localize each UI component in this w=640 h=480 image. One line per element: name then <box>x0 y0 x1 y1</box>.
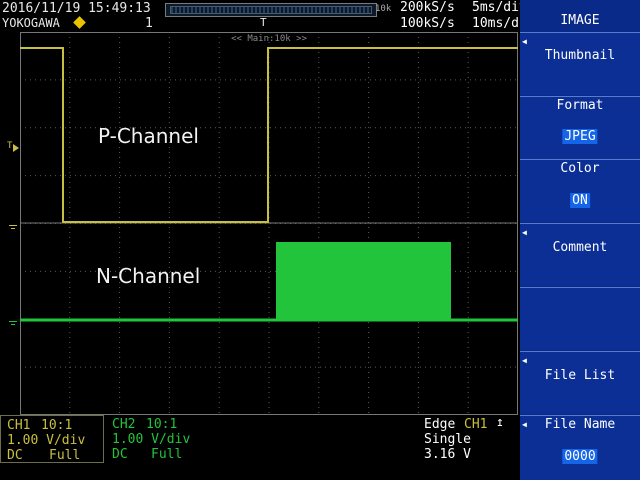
ch2-name: CH2 <box>112 417 136 432</box>
softkey-empty[interactable] <box>520 287 640 350</box>
ch1-info-box[interactable]: CH1 10:1 1.00 V/div DC Full <box>0 415 104 463</box>
sample-rate: 200kS/s <box>400 0 455 15</box>
ch1-name: CH1 <box>7 418 31 433</box>
softkey-thumbnail[interactable]: ◀ Thumbnail <box>520 32 640 95</box>
brand-logo: YOKOGAWA <box>2 16 60 30</box>
n-channel-label: N-Channel <box>96 264 201 288</box>
softkey-format[interactable]: Format JPEG <box>520 96 640 159</box>
record-number: 1 <box>145 16 153 31</box>
ch2-ground-icon <box>9 321 17 322</box>
ch1-bandwidth: Full <box>49 448 81 463</box>
ch1-coupling: DC <box>7 448 23 463</box>
trigger-level-marker: T <box>7 141 13 151</box>
trigger-level-arrow-icon <box>13 144 19 152</box>
menu-arrow-icon: ◀ <box>522 37 527 46</box>
waveform-display[interactable]: << Main:10k >> <box>20 32 518 415</box>
ch2-bandwidth: Full <box>151 447 183 462</box>
bottom-status-bar: CH1 10:1 1.00 V/div DC Full CH2 10:1 1.0… <box>0 415 520 480</box>
sample-rate-secondary: 100kS/s <box>400 16 455 31</box>
rising-edge-icon: ↥ <box>496 415 504 430</box>
ch2-vdiv: 1.00 V/div <box>112 432 191 447</box>
ch1-ground-icon <box>9 225 17 226</box>
ch1-ground-icon-line <box>11 228 15 229</box>
ch2-coupling: DC <box>112 447 128 462</box>
zoom-label: << Main:10k >> <box>231 34 307 44</box>
acquisition-settings: 200kS/s 5ms/div 100kS/s 10ms/div <box>398 0 535 32</box>
menu-arrow-icon: ◀ <box>522 228 527 237</box>
p-channel-label: P-Channel <box>98 124 199 148</box>
datetime: 2016/11/19 15:49:13 <box>2 1 151 16</box>
ch2-ground-icon-line <box>11 324 15 325</box>
trigger-position-marker: T <box>260 16 267 29</box>
file-name-value: 0000 <box>562 449 598 464</box>
ruler-end-label: 10k <box>375 4 392 14</box>
color-value: ON <box>570 193 590 208</box>
softkey-file-list[interactable]: ◀ File List <box>520 351 640 414</box>
trigger-level: 3.16 V <box>424 447 471 462</box>
softkey-comment[interactable]: ◀ Comment <box>520 223 640 286</box>
ch2-burst <box>276 242 451 320</box>
ch1-waveform <box>20 47 518 223</box>
ch1-probe: 10:1 <box>41 418 73 433</box>
softkey-file-name[interactable]: ◀ File Name 0000 <box>520 415 640 480</box>
timebase: 5ms/div <box>472 0 527 15</box>
ch1-vdiv: 1.00 V/div <box>7 433 86 448</box>
trigger-type: Edge <box>424 417 456 432</box>
ch2-probe: 10:1 <box>146 417 178 432</box>
ch2-info-box[interactable]: CH2 10:1 1.00 V/div DC Full <box>106 415 210 463</box>
trigger-mode: Single <box>424 432 471 447</box>
menu-arrow-icon: ◀ <box>522 356 527 365</box>
menu-title: IMAGE <box>560 13 600 28</box>
trigger-source: CH1 <box>464 417 488 432</box>
softkey-color[interactable]: Color ON <box>520 159 640 222</box>
format-value: JPEG <box>562 129 598 144</box>
record-length-ruler[interactable] <box>165 3 377 17</box>
